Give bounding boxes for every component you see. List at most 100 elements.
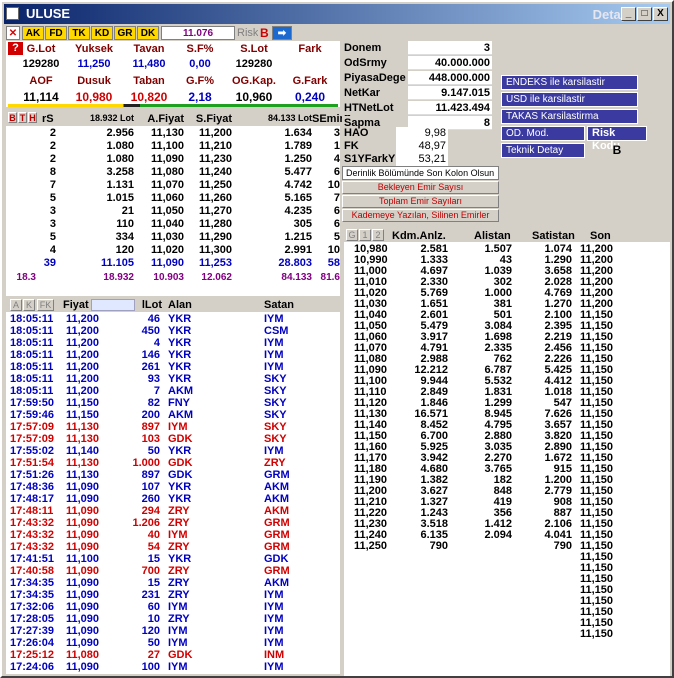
- takas-compare-button[interactable]: TAKAS Karsilastirma: [501, 109, 638, 124]
- trade-row: 18:05:11 11,200 4 YKR IYM: [6, 337, 340, 349]
- trade-buyer: FNY: [168, 397, 190, 409]
- trade-seller: GRM: [264, 529, 290, 541]
- option-kademe-button[interactable]: Kademeye Yazılan, Silinen Emirler: [342, 209, 499, 222]
- analysis-son-row: 11,200: [580, 265, 640, 277]
- trade-row: 18:05:11 11,200 7 AKM SKY: [6, 385, 340, 397]
- option-toplam-button[interactable]: Toplam Emir Sayıları: [342, 195, 499, 208]
- main-window: ULUSE Detay _ □ X ✕ AK FD TK KD GR DK 11…: [0, 0, 674, 678]
- trade-lot: 4: [153, 337, 160, 349]
- maximize-button[interactable]: □: [637, 7, 652, 21]
- close-button[interactable]: X: [653, 7, 668, 21]
- trade-buyer: ZRY: [168, 613, 190, 625]
- trade-lot: 40: [147, 529, 160, 541]
- info-small-key: HAO: [344, 127, 369, 139]
- trade-time: 17:34:35: [10, 589, 55, 601]
- trade-seller: IYM: [264, 445, 284, 457]
- depth-header-2: A.Fiyat: [147, 113, 184, 125]
- depth-cell: 6: [333, 166, 340, 178]
- trade-time: 17:59:50: [10, 397, 55, 409]
- depth-cell: 3: [49, 205, 56, 217]
- last-price: 11.076: [161, 26, 235, 40]
- risk-value: B: [260, 26, 269, 40]
- analysis-son-row: 11,150: [580, 584, 640, 596]
- trade-buyer: YKR: [168, 313, 192, 325]
- trade-buyer: IYM: [168, 421, 188, 433]
- arrow-right-icon[interactable]: ➡: [272, 26, 292, 40]
- info-value: 3: [408, 41, 492, 55]
- depth-cell: 11,070: [150, 179, 184, 191]
- trade-time: 17:40:58: [10, 565, 55, 577]
- trade-price: 11,130: [66, 433, 100, 445]
- trade-price: 11,090: [66, 625, 100, 637]
- analysis-son-row: 11,150: [580, 353, 640, 365]
- summary-row1-headers: G.Lot Yuksek Tavan S.F% S.Lot Fark: [6, 43, 340, 56]
- trade-time: 17:28:05: [10, 613, 55, 625]
- trade-seller: SKY: [264, 409, 287, 421]
- depth-cell: 1.131: [106, 179, 134, 191]
- teknik-detay-button[interactable]: Teknik Detay: [501, 143, 585, 158]
- risk-kodu-label: Risk Kodu: [587, 126, 647, 152]
- close-small-icon[interactable]: ✕: [6, 26, 20, 40]
- summary-header-5: G.Fark: [292, 75, 328, 87]
- trade-seller: CSM: [264, 325, 289, 337]
- depth-cell: 11,020: [150, 244, 184, 256]
- depth-cell: 7: [49, 179, 56, 191]
- trade-price: 11,090: [66, 661, 100, 673]
- tb-ak-button[interactable]: AK: [22, 26, 44, 40]
- trade-time: 17:27:39: [10, 625, 55, 637]
- analysis-son-row: 11,200: [580, 254, 640, 266]
- tb-fd-button[interactable]: FD: [45, 26, 67, 40]
- trade-price: 11,100: [66, 553, 100, 565]
- usd-compare-button[interactable]: USD ile karsilastir: [501, 92, 638, 107]
- depth-row: 5 334 11,030 11,290 1.215 5: [6, 231, 340, 243]
- analysis-son-row: 11,150: [580, 419, 640, 431]
- depth-cell: 11,130: [150, 127, 184, 139]
- info-small-value: 53,21: [396, 153, 448, 166]
- trade-row: 17:25:12 11,080 27 GDK INM: [6, 649, 340, 661]
- trade-buyer: ZRY: [168, 517, 190, 529]
- depth-cell: 11,080: [150, 166, 184, 178]
- analysis-kdm: 790: [429, 540, 448, 552]
- trade-row: 18:05:11 11,200 46 YKR IYM: [6, 313, 340, 325]
- trade-row: 17:40:58 11,090 700 ZRY GRM: [6, 565, 340, 577]
- analysis-son-row: 11,150: [580, 573, 640, 585]
- minimize-button[interactable]: _: [621, 7, 636, 21]
- trade-seller: SKY: [264, 397, 287, 409]
- summary-header-5: Fark: [298, 43, 322, 55]
- trade-seller: AKM: [264, 505, 290, 517]
- depth-cell: 4.235: [284, 205, 312, 217]
- title-bar[interactable]: ULUSE Detay _ □ X: [4, 4, 670, 24]
- tb-dk-button[interactable]: DK: [137, 26, 159, 40]
- trade-buyer: YKR: [168, 481, 192, 493]
- tb-gr-button[interactable]: GR: [114, 26, 136, 40]
- endeks-compare-button[interactable]: ENDEKS ile karsilastir: [501, 75, 638, 90]
- trade-price: 11,090: [66, 577, 100, 589]
- analysis-header-kdm: Kdm.Anlz.: [392, 230, 446, 242]
- depth-cell: 2: [49, 153, 56, 165]
- trade-row: 17:24:06 11,090 100 IYM IYM: [6, 661, 340, 673]
- depth-total-cell: 58: [327, 257, 340, 269]
- depth-cell: 1.080: [106, 140, 134, 152]
- tb-kd-button[interactable]: KD: [91, 26, 113, 40]
- tb-tk-button[interactable]: TK: [68, 26, 90, 40]
- trade-buyer: GDK: [168, 649, 193, 661]
- fiyat-filter-input[interactable]: [91, 299, 135, 311]
- trade-price: 11,200: [66, 337, 100, 349]
- trade-buyer: IYM: [168, 661, 188, 673]
- summary-value-3: 0,00: [189, 58, 211, 70]
- depth-cell: 1.250: [284, 153, 312, 165]
- depth-row: 4 120 11,020 11,300 2.991 10: [6, 244, 340, 256]
- trade-lot: 50: [147, 637, 160, 649]
- depth-cell: 6: [333, 205, 340, 217]
- trade-row: 17:34:35 11,090 231 ZRY IYM: [6, 589, 340, 601]
- depth-header-0: rS: [42, 113, 54, 125]
- window-title: ULUSE: [26, 6, 71, 21]
- analysis-son-row: 11,150: [580, 364, 640, 376]
- analysis-son-row: 11,150: [580, 375, 640, 387]
- option-bekleyen-button[interactable]: Bekleyen Emir Sayısı: [342, 181, 499, 194]
- depth-cell: 10: [327, 179, 340, 191]
- od-mod-button[interactable]: OD. Mod.: [501, 126, 585, 141]
- trade-lot: 200: [141, 409, 160, 421]
- info-row: OdSrmy 40.000.000: [342, 56, 494, 70]
- trade-price: 11,200: [66, 313, 100, 325]
